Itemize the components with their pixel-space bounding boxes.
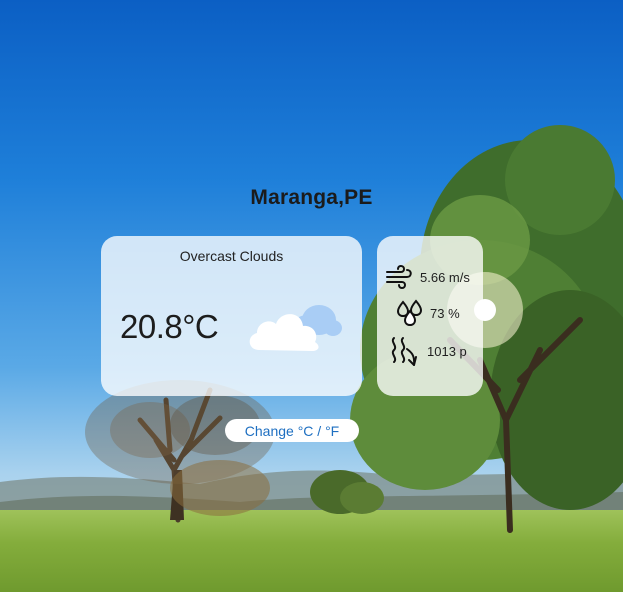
wind-icon bbox=[386, 264, 412, 290]
overcast-clouds-icon bbox=[249, 305, 342, 351]
pressure-value: 1013 p bbox=[427, 343, 467, 359]
humidity-stat: 73 % bbox=[397, 298, 460, 328]
pressure-stat: 1013 p bbox=[389, 336, 467, 366]
wind-stat: 5.66 m/s bbox=[385, 262, 470, 292]
humidity-drops-icon bbox=[397, 299, 423, 327]
temperature-value: 20.8°C bbox=[120, 308, 219, 345]
distant-bush bbox=[310, 470, 384, 514]
wind-value: 5.66 m/s bbox=[420, 269, 470, 285]
city-name: Maranga,PE bbox=[250, 186, 373, 209]
weather-description: Overcast Clouds bbox=[179, 248, 284, 264]
current-weather-card: Overcast Clouds 20.8°C bbox=[101, 236, 362, 396]
pressure-waves-icon bbox=[391, 337, 417, 366]
unit-toggle-button[interactable]: Change °C / °F bbox=[225, 419, 359, 442]
humidity-value: 73 % bbox=[430, 305, 460, 321]
